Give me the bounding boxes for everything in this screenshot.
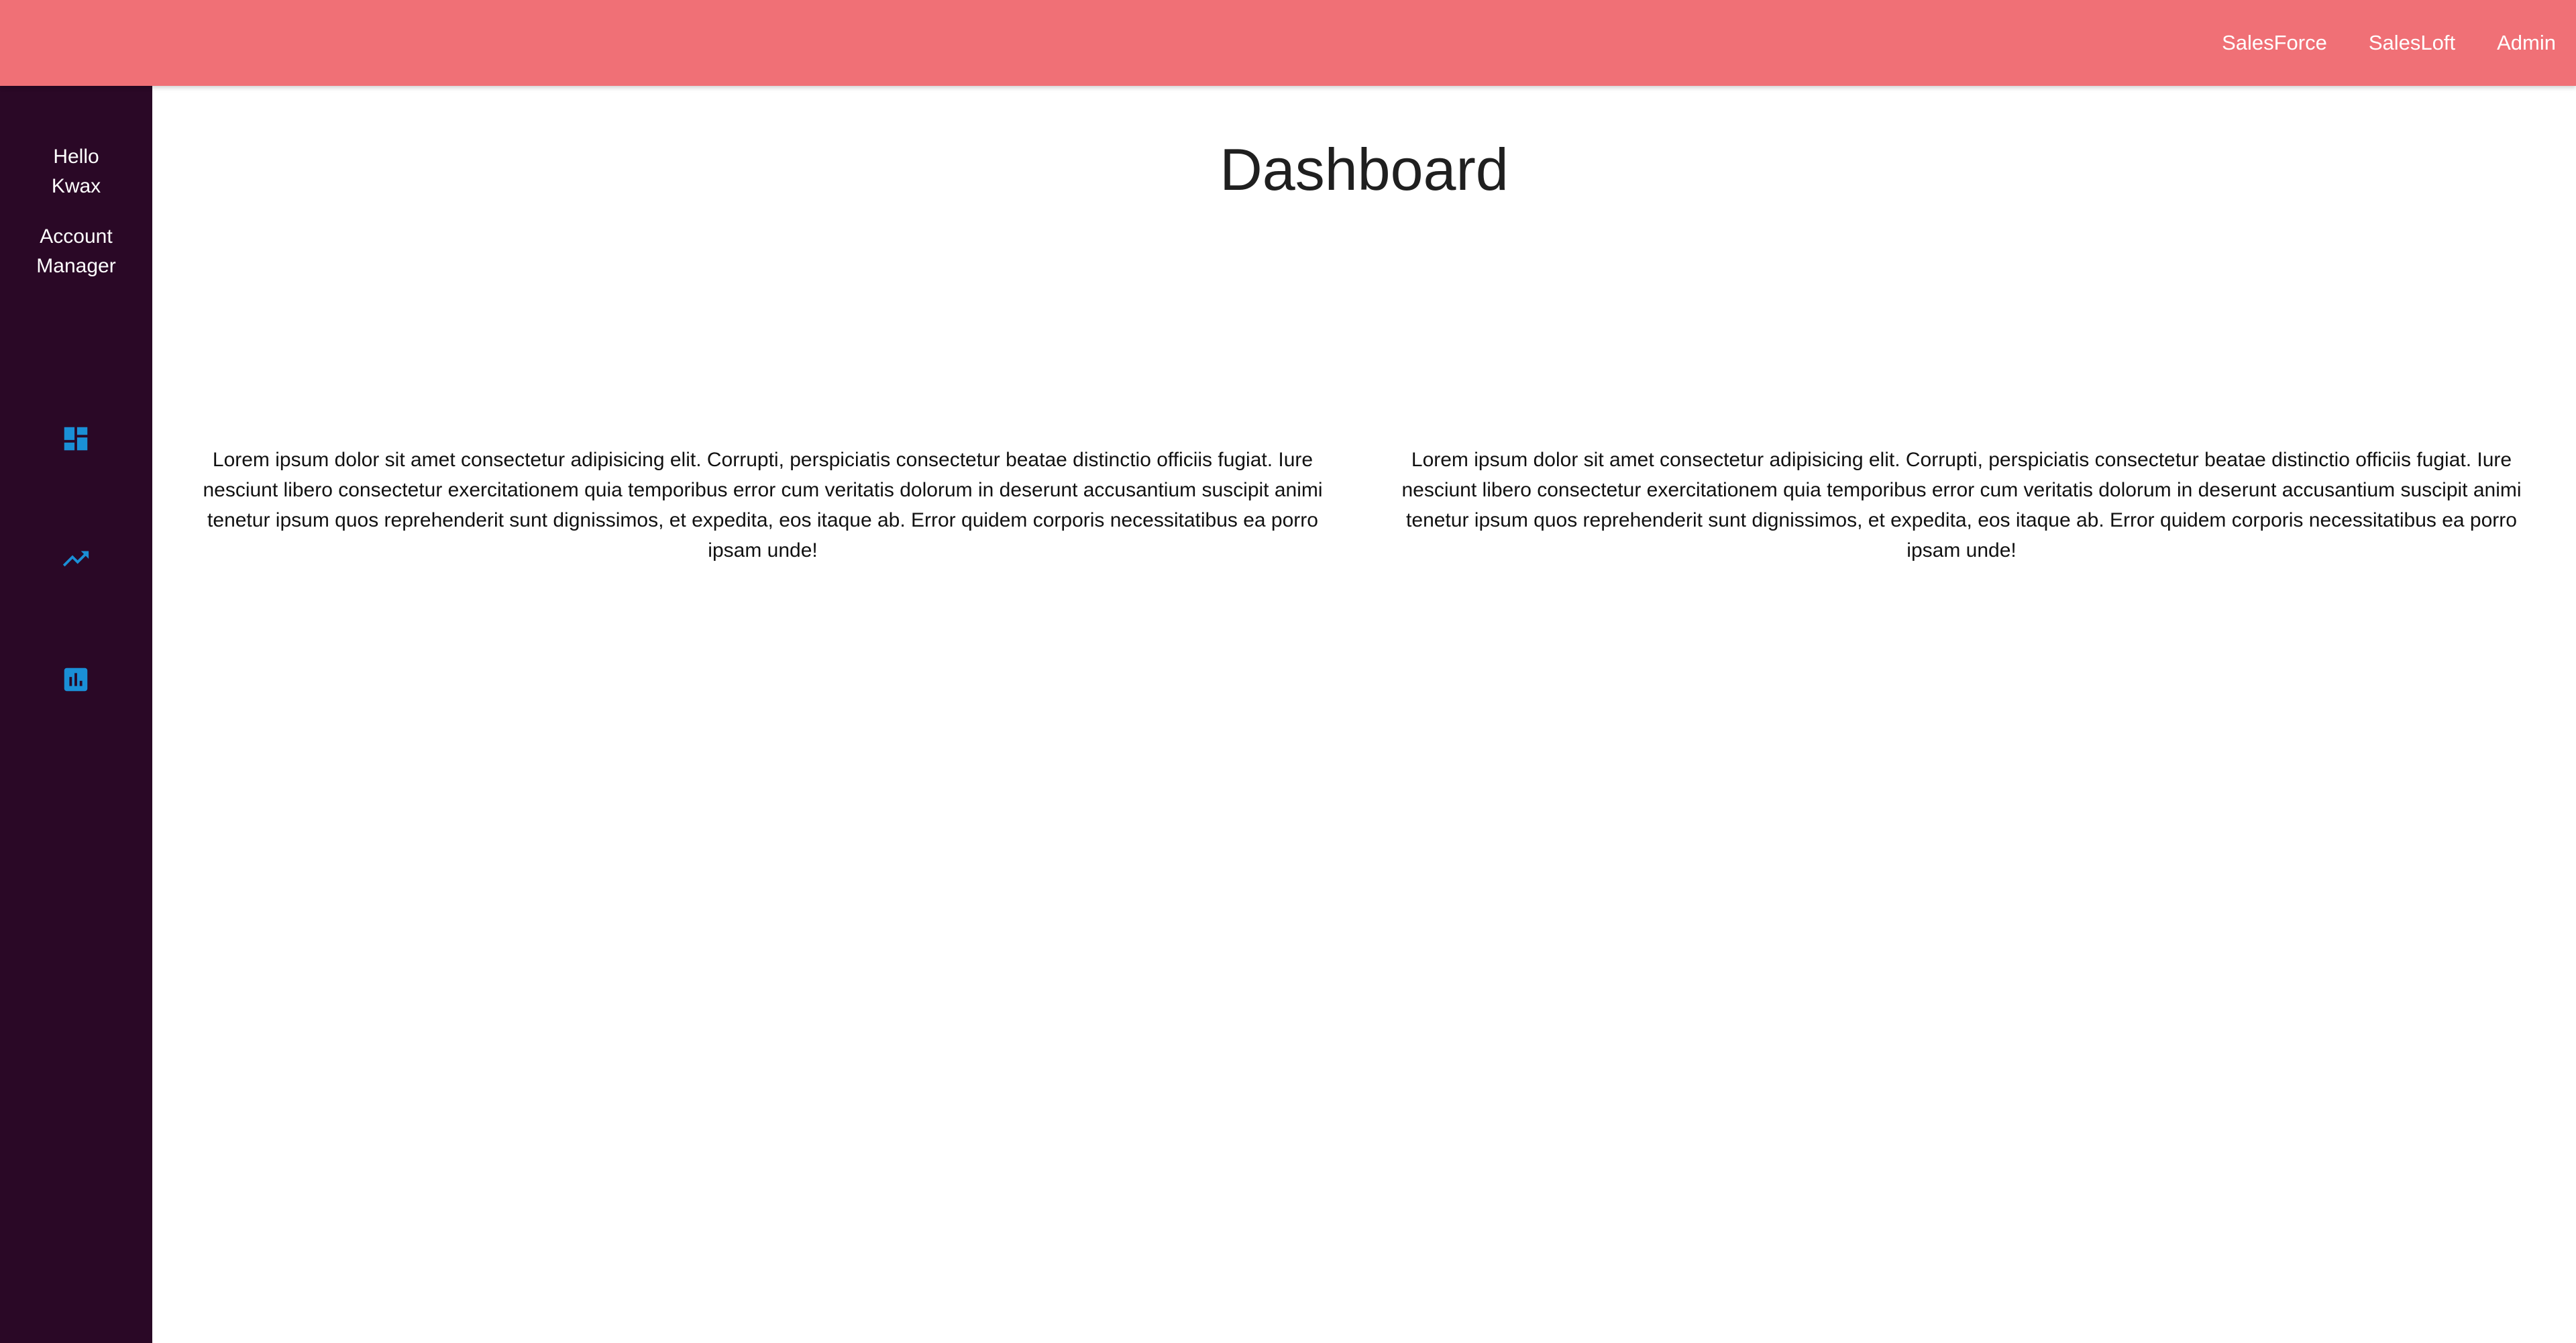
content-paragraph-left: Lorem ipsum dolor sit amet consectetur a… <box>203 449 1323 561</box>
main-content: Dashboard Lorem ipsum dolor sit amet con… <box>152 86 2576 1343</box>
greeting-line: Hello <box>53 146 99 168</box>
role-line-2: Manager <box>36 255 116 277</box>
user-name: Kwax <box>51 175 101 197</box>
sidebar: Hello Kwax Account Manager <box>0 86 152 1343</box>
page-title: Dashboard <box>1220 136 1509 203</box>
nav-link-admin[interactable]: Admin <box>2497 31 2556 55</box>
role-line-1: Account <box>40 225 113 248</box>
nav-link-salesloft[interactable]: SalesLoft <box>2369 31 2455 55</box>
dashboard-icon[interactable] <box>60 423 91 454</box>
top-nav-links: SalesForce SalesLoft Admin <box>2180 0 2556 86</box>
top-navbar: SalesForce SalesLoft Admin <box>0 0 2576 86</box>
content-paragraph-right: Lorem ipsum dolor sit amet consectetur a… <box>1401 449 2522 561</box>
user-greeting: Hello Kwax <box>0 142 152 201</box>
nav-link-salesforce[interactable]: SalesForce <box>2222 31 2327 55</box>
user-role: Account Manager <box>0 222 152 281</box>
trending-up-icon[interactable] <box>60 543 91 574</box>
bar-chart-icon[interactable] <box>60 664 91 695</box>
